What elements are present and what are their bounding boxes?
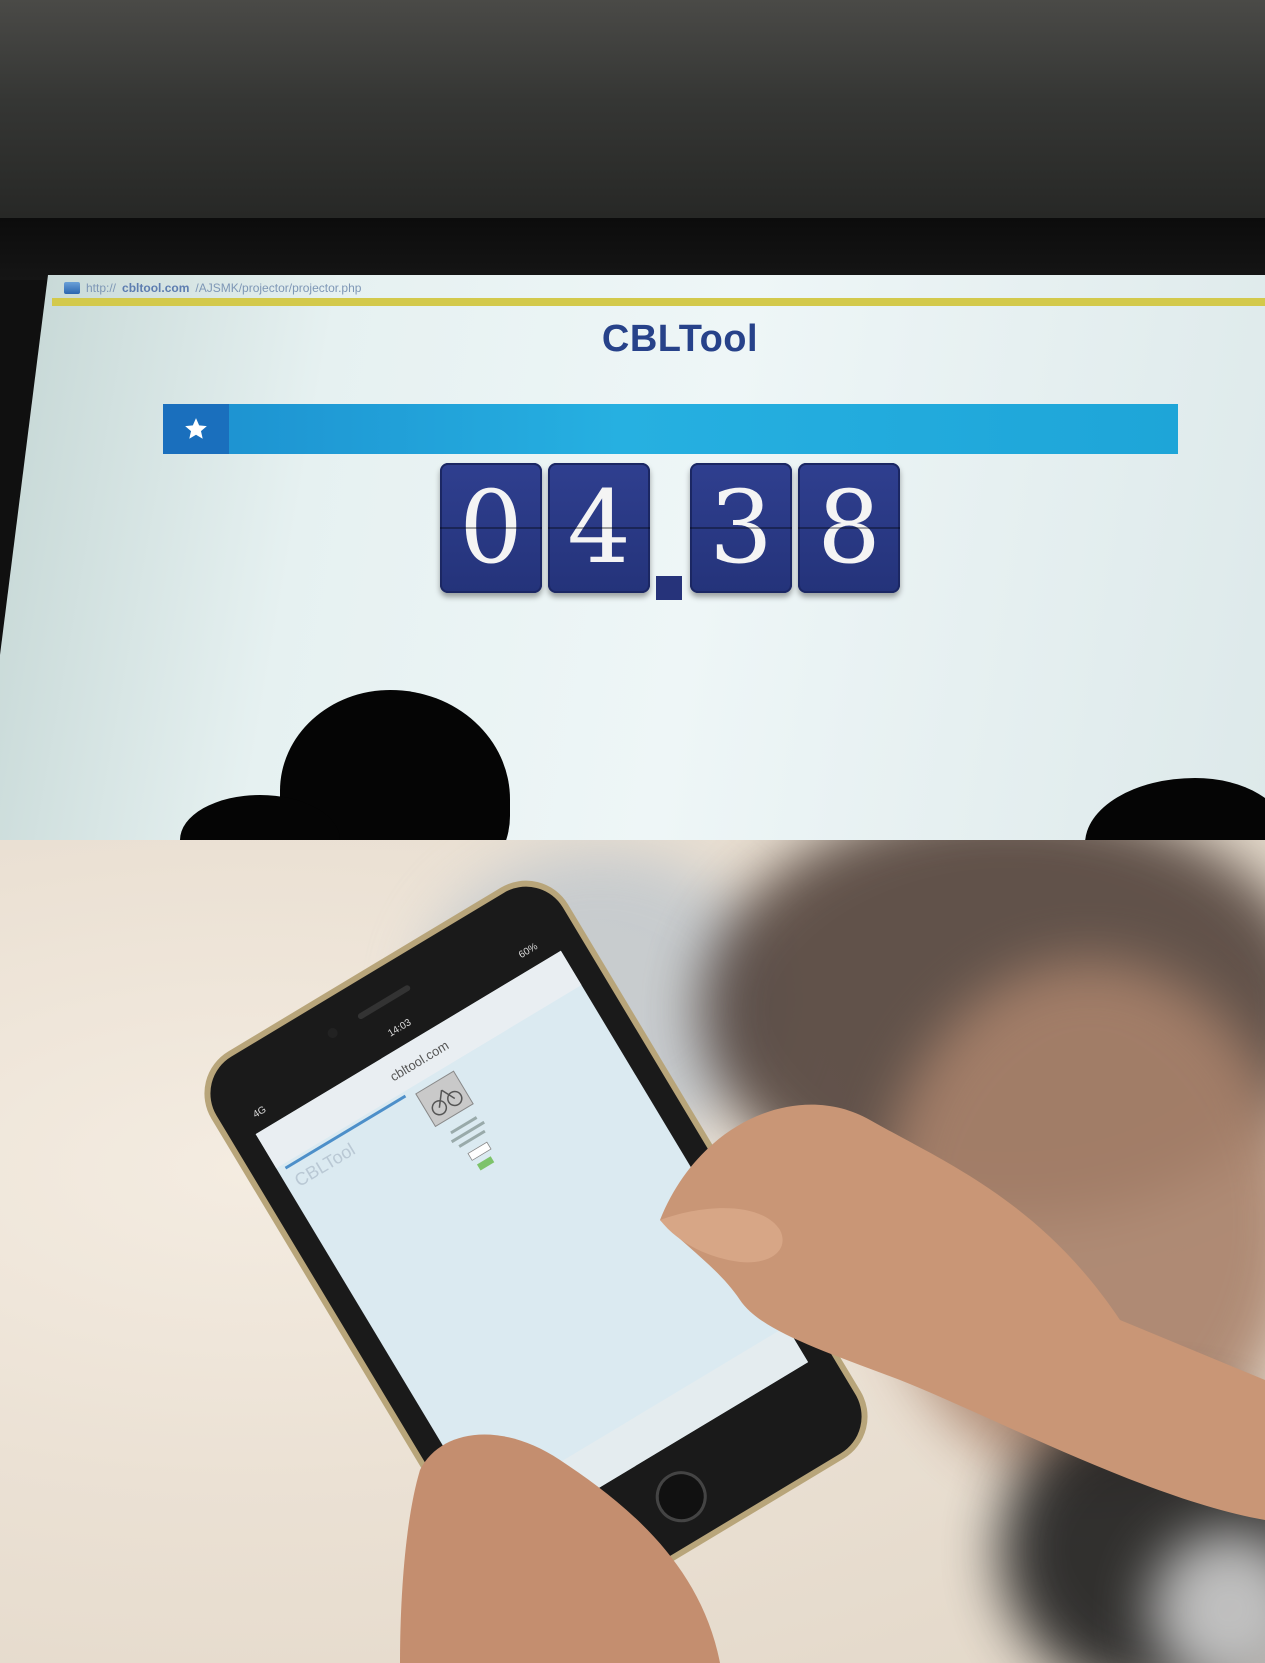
smartphone: cbltool.com 14:03 4G 60% CBLTool <box>204 880 1265 1663</box>
